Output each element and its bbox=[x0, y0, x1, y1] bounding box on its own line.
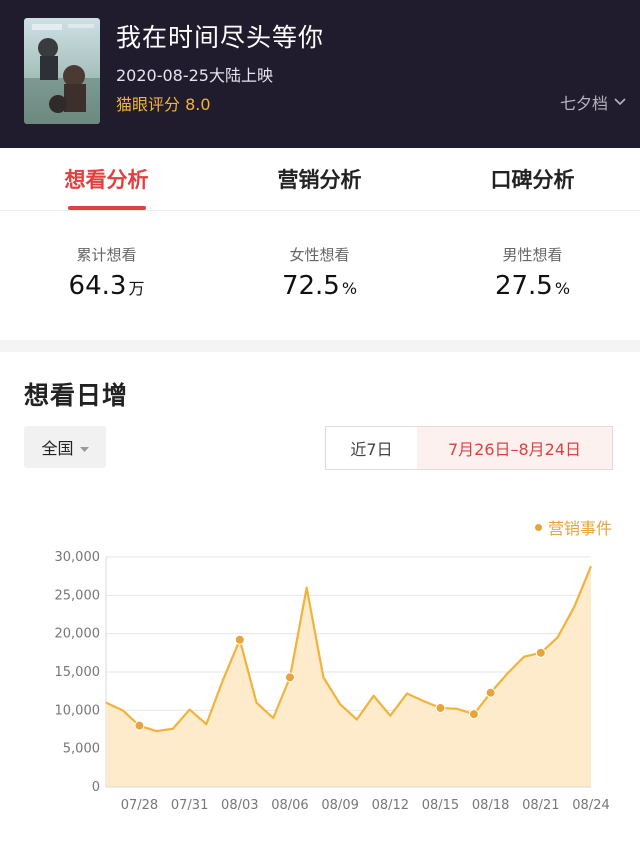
x-tick-label: 08/09 bbox=[321, 798, 358, 813]
marketing-event-dot bbox=[234, 634, 245, 645]
marketing-event-dot bbox=[535, 647, 546, 658]
stat-unit: % bbox=[341, 279, 358, 298]
chart-legend: 营销事件 bbox=[534, 515, 612, 539]
section-title: 想看日增 bbox=[24, 381, 129, 410]
analysis-tabs: 想看分析 营销分析 口碑分析 bbox=[0, 148, 640, 211]
y-tick-label: 20,000 bbox=[55, 627, 101, 642]
stat-label: 男性想看 bbox=[502, 246, 563, 264]
region-dropdown[interactable]: 全国 bbox=[24, 426, 106, 468]
festival-selector[interactable]: 七夕档 bbox=[560, 90, 626, 114]
x-tick-label: 08/21 bbox=[522, 798, 559, 813]
daily-want-chart: 30,000 25,000 20,000 15,000 10,000 5,000 0 07/2… bbox=[55, 550, 610, 813]
active-tab-indicator bbox=[68, 206, 146, 210]
chevron-down-icon bbox=[614, 98, 626, 106]
stat-value-row: 72.5% bbox=[213, 271, 426, 301]
x-tick-label: 07/31 bbox=[171, 798, 208, 813]
legend-label: 营销事件 bbox=[547, 519, 612, 538]
tab-word-of-mouth[interactable]: 口碑分析 bbox=[426, 164, 639, 194]
y-tick-label: 25,000 bbox=[55, 588, 101, 603]
stat-female-want: 女性想看 72.5% bbox=[213, 244, 426, 301]
festival-label: 七夕档 bbox=[559, 94, 608, 113]
x-tick-label: 07/28 bbox=[121, 798, 158, 813]
stat-value-row: 27.5% bbox=[426, 271, 639, 301]
marketing-event-dot bbox=[435, 703, 446, 714]
x-tick-label: 08/24 bbox=[572, 798, 609, 813]
stat-label: 累计想看 bbox=[76, 246, 137, 264]
y-tick-label: 5,000 bbox=[63, 742, 100, 757]
x-tick-label: 08/15 bbox=[422, 798, 459, 813]
release-date: 2020-08-25大陆上映 bbox=[116, 66, 273, 85]
y-tick-label: 10,000 bbox=[55, 703, 101, 718]
y-tick-label: 15,000 bbox=[55, 665, 101, 680]
movie-header: 我在时间尽头等你 2020-08-25大陆上映 猫眼评分 8.0 七夕档 bbox=[0, 0, 640, 148]
x-tick-label: 08/18 bbox=[472, 798, 509, 813]
stat-value: 27.5 bbox=[494, 271, 553, 301]
legend-dot bbox=[534, 523, 542, 531]
range-last-7-days[interactable]: 近7日 bbox=[326, 427, 418, 469]
marketing-event-dot bbox=[284, 672, 295, 683]
stat-unit: 万 bbox=[128, 279, 145, 298]
x-tick-label: 08/12 bbox=[372, 798, 409, 813]
region-label: 全国 bbox=[41, 439, 74, 458]
stat-label: 女性想看 bbox=[289, 246, 350, 264]
caret-down-icon bbox=[79, 438, 89, 457]
tab-marketing[interactable]: 营销分析 bbox=[213, 164, 426, 194]
movie-poster[interactable] bbox=[24, 18, 100, 124]
stat-value-row: 64.3 万 bbox=[0, 271, 213, 301]
x-tick-label: 08/03 bbox=[221, 798, 258, 813]
stat-unit: % bbox=[554, 279, 571, 298]
marketing-event-dot bbox=[468, 709, 479, 720]
movie-title: 我在时间尽头等你 bbox=[116, 23, 325, 52]
stat-value: 64.3 bbox=[68, 271, 127, 301]
series-area bbox=[106, 566, 591, 787]
stat-value: 72.5 bbox=[281, 271, 340, 301]
section-divider bbox=[0, 340, 640, 352]
marketing-event-dot bbox=[134, 720, 145, 731]
x-tick-label: 08/06 bbox=[271, 798, 308, 813]
y-tick-label: 0 bbox=[92, 780, 100, 795]
maoyan-rating: 猫眼评分 8.0 bbox=[116, 95, 211, 114]
tab-want-to-watch[interactable]: 想看分析 bbox=[0, 164, 213, 194]
range-custom-dates[interactable]: 7月26日–8月24日 bbox=[417, 427, 612, 469]
marketing-event-dot bbox=[485, 687, 496, 698]
y-tick-label: 30,000 bbox=[55, 550, 101, 565]
stat-total-want: 累计想看 64.3 万 bbox=[0, 244, 213, 301]
analysis-card: 想看分析 营销分析 口碑分析 累计想看 64.3 万 女性想看 72.5% 男性想… bbox=[0, 148, 640, 340]
stat-male-want: 男性想看 27.5% bbox=[426, 244, 639, 301]
date-range-selector: 近7日 7月26日–8月24日 bbox=[325, 426, 613, 470]
